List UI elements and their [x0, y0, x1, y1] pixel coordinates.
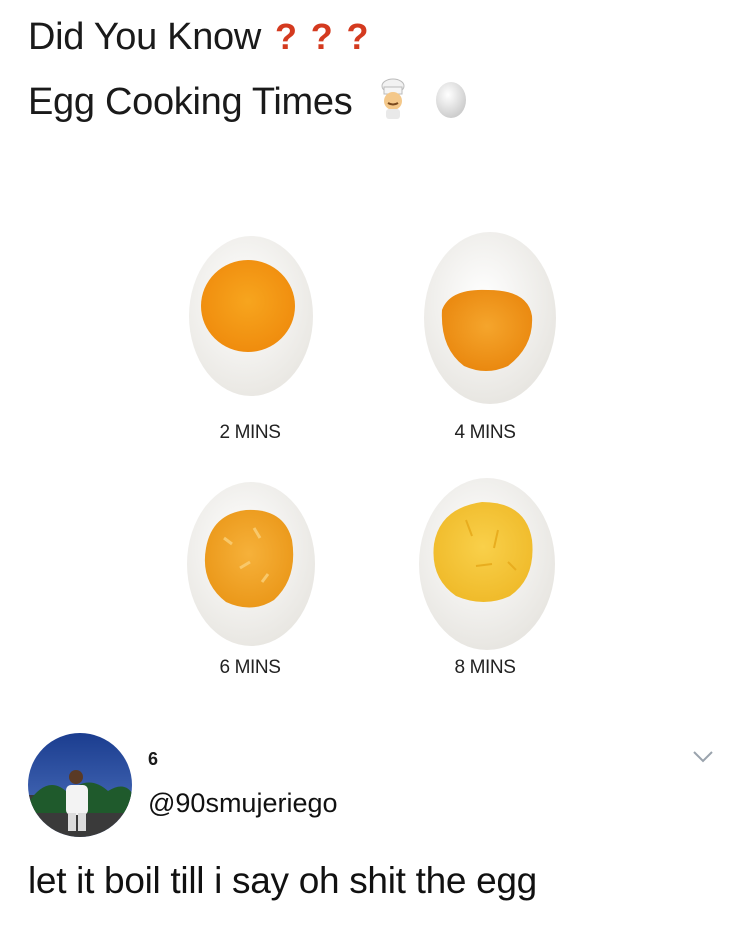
question-mark-2: ? — [310, 16, 333, 57]
chef-emoji-icon — [373, 78, 413, 130]
egg-4-mins — [420, 228, 560, 413]
chevron-down-icon[interactable] — [692, 750, 714, 769]
egg-label-6-mins: 6 MINS — [219, 657, 281, 678]
avatar[interactable] — [28, 733, 132, 837]
reply-text: let it boil till i say oh shit the egg — [28, 860, 537, 901]
egg-2-mins — [186, 232, 316, 405]
reply-count: 6 — [148, 749, 159, 769]
egg-label-2-mins: 2 MINS — [219, 422, 281, 443]
egg-emoji-icon — [433, 79, 469, 129]
egg-8-mins — [416, 474, 558, 659]
post-title-text: Did You Know — [28, 16, 262, 58]
egg-6-mins — [184, 478, 318, 655]
egg-label-4-mins: 4 MINS — [454, 422, 516, 443]
question-mark-3: ? — [346, 16, 369, 57]
question-mark-1: ? — [275, 16, 297, 57]
reply-handle[interactable]: @90smujeriego — [148, 788, 338, 819]
post-line-2: Egg Cooking Times — [28, 78, 469, 130]
post-subtitle-text: Egg Cooking Times — [28, 81, 353, 124]
post-line-1: Did You Know??? — [28, 16, 368, 59]
egg-label-8-mins: 8 MINS — [454, 657, 516, 678]
